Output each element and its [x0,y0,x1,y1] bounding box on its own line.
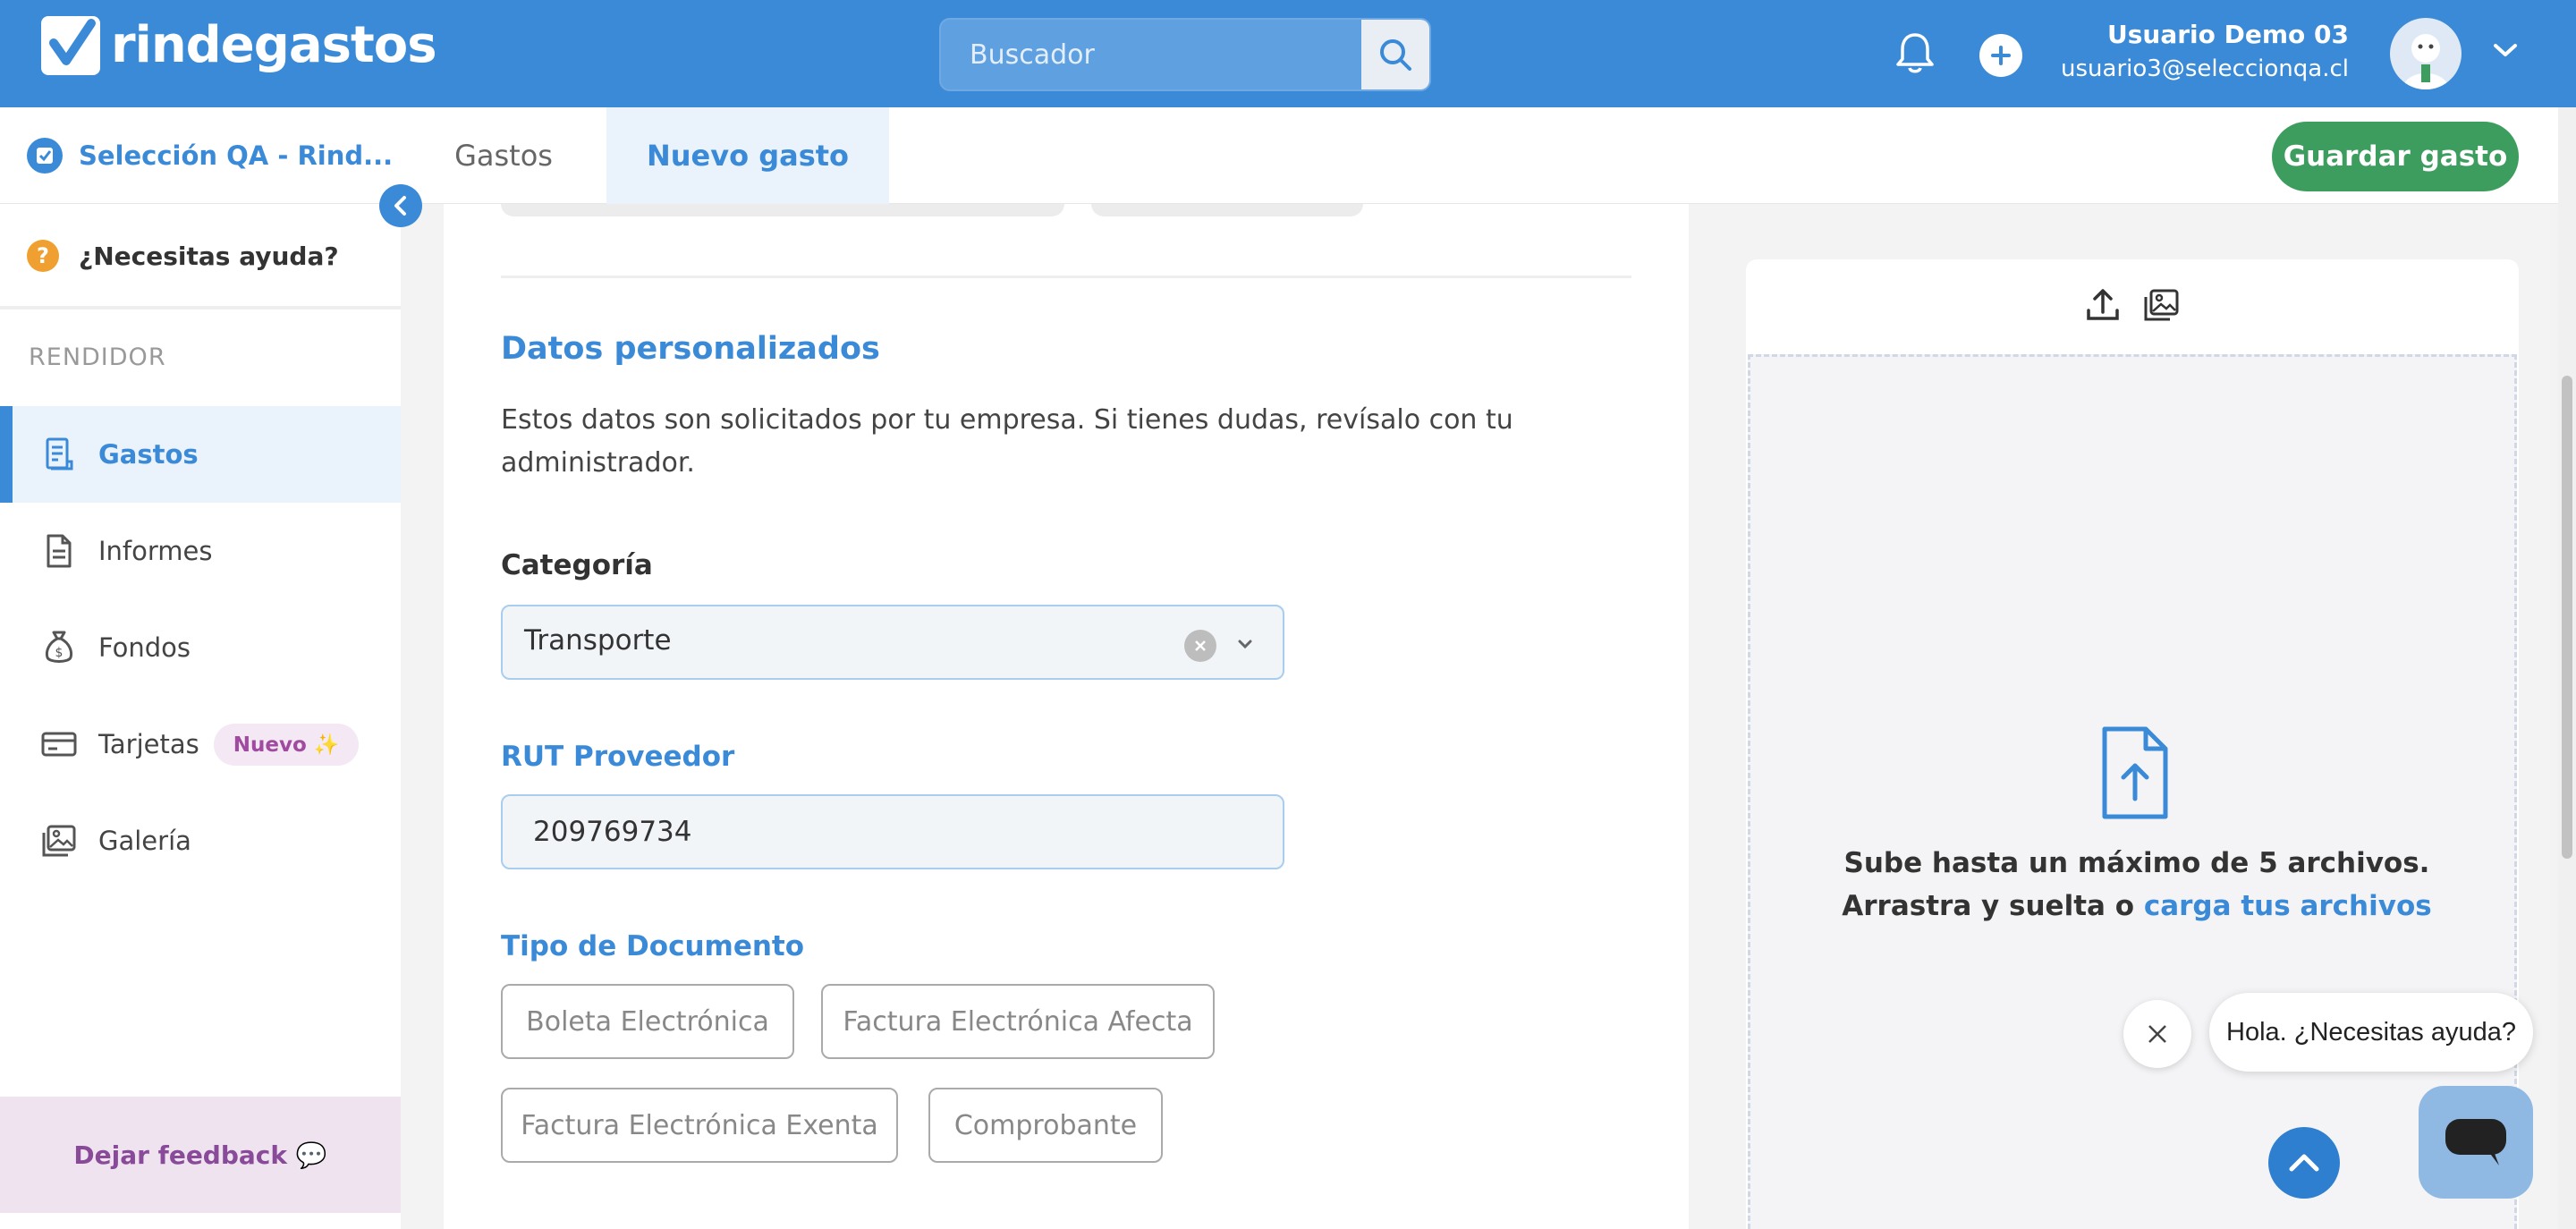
section-title: Datos personalizados [501,331,880,367]
expense-form: Datos personalizados Estos datos son sol… [444,204,1689,1229]
file-drop-zone[interactable]: Sube hasta un máximo de 5 archivos. Arra… [1748,354,2517,1229]
doc-type-comprobante[interactable]: Comprobante [928,1088,1163,1163]
sidebar-item-label: Informes [98,536,213,566]
rut-input[interactable] [501,794,1284,869]
section-divider [501,275,1631,278]
upload-icon[interactable] [2085,287,2121,326]
page-scrollbar[interactable] [2558,107,2576,1229]
file-upload-icon [2099,725,2171,824]
gallery-icon [41,823,77,859]
feedback-button[interactable]: Dejar feedback 💬 [0,1097,401,1213]
save-expense-button[interactable]: Guardar gasto [2272,122,2519,191]
plus-icon [1991,46,2011,65]
close-icon [2148,1025,2166,1043]
sidebar-item-label: Fondos [98,632,191,663]
gallery-icon[interactable] [2142,287,2180,326]
search-input[interactable] [941,20,1361,89]
sidebar-divider [0,306,401,309]
sidebar: ? ¿Necesitas ayuda? RENDIDOR Gastos Info… [0,204,401,1229]
previous-field [501,204,1064,216]
chat-launcher-button[interactable] [2419,1086,2533,1199]
scrollbar-thumb[interactable] [2562,376,2572,859]
sidebar-item-gastos[interactable]: Gastos [0,406,401,503]
question-icon: ? [27,240,59,272]
doc-type-factura-exenta[interactable]: Factura Electrónica Exenta [501,1088,898,1163]
credit-card-icon [41,726,77,762]
chevron-down-icon[interactable] [1236,637,1254,654]
user-menu-chevron-icon[interactable] [2492,41,2519,63]
sidebar-item-tarjetas[interactable]: Tarjetas Nuevo ✨ [0,696,401,792]
upload-files-link[interactable]: carga tus archivos [2144,890,2432,922]
section-description: Estos datos son solicitados por tu empre… [501,404,1513,479]
new-badge: Nuevo ✨ [213,723,360,766]
category-label: Categoría [501,549,653,581]
category-select[interactable]: Transporte [501,605,1284,680]
scroll-to-top-button[interactable] [2268,1127,2340,1199]
search-button[interactable] [1361,20,1429,89]
logo-check-icon [41,16,100,75]
document-icon [41,533,77,569]
document-type-label: Tipo de Documento [501,930,805,962]
svg-text:$: $ [55,646,64,660]
upload-limit-text: Sube hasta un máximo de 5 archivos. [1843,847,2430,879]
upload-drag-text: Arrastra y suelta o [1842,890,2144,922]
upload-panel: Sube hasta un máximo de 5 archivos. Arra… [1746,259,2519,1229]
company-check-icon [27,138,63,174]
tab-nuevo-gasto[interactable]: Nuevo gasto [606,107,889,204]
avatar[interactable] [2390,18,2462,89]
help-link[interactable]: ? ¿Necesitas ayuda? [27,240,339,272]
company-name: Selección QA - Rind... [79,140,394,171]
add-button[interactable] [1979,34,2022,77]
help-label: ¿Necesitas ayuda? [79,241,339,271]
search-box [939,18,1431,91]
user-name: Usuario Demo 03 [2107,20,2349,49]
close-chat-button[interactable] [2123,1000,2191,1068]
sidebar-item-galeria[interactable]: Galería [0,792,401,889]
doc-type-boleta-electronica[interactable]: Boleta Electrónica [501,984,794,1059]
tab-gastos[interactable]: Gastos [420,107,587,204]
upload-instructions: Arrastra y suelta o carga tus archivos [1750,890,2523,922]
money-bag-icon: $ [41,630,77,665]
category-value: Transporte [524,624,672,657]
chevron-left-icon [394,196,406,216]
chevron-up-icon [2289,1154,2319,1172]
user-email: usuario3@seleccionqa.cl [2061,55,2349,82]
rut-label: RUT Proveedor [501,741,735,773]
notifications-button[interactable] [1894,30,1936,79]
sidebar-item-informes[interactable]: Informes [0,503,401,599]
sidebar-item-label: Galería [98,826,191,856]
sidebar-item-label: Tarjetas [98,729,199,759]
sidebar-item-label: Gastos [98,439,199,470]
top-bar: rindegastos Usuario Demo 03 usuario3@sel… [0,0,2576,107]
logo-text: rindegastos [111,16,437,74]
search-icon [1380,39,1411,71]
previous-field [1091,204,1363,216]
receipt-icon [41,437,77,472]
doc-type-factura-afecta[interactable]: Factura Electrónica Afecta [821,984,1215,1059]
collapse-sidebar-button[interactable] [379,184,422,227]
sidebar-item-fondos[interactable]: $ Fondos [0,599,401,696]
clear-selection-icon[interactable] [1184,630,1216,662]
chat-greeting-bubble[interactable]: Hola. ¿Necesitas ayuda? [2209,993,2533,1072]
company-selector[interactable]: Selección QA - Rind... [27,138,393,174]
logo[interactable]: rindegastos [41,16,437,75]
bell-icon [1896,33,1934,73]
upload-toolbar [1746,259,2519,354]
chat-icon [2445,1119,2506,1165]
sidebar-section-label: RENDIDOR [29,343,166,371]
